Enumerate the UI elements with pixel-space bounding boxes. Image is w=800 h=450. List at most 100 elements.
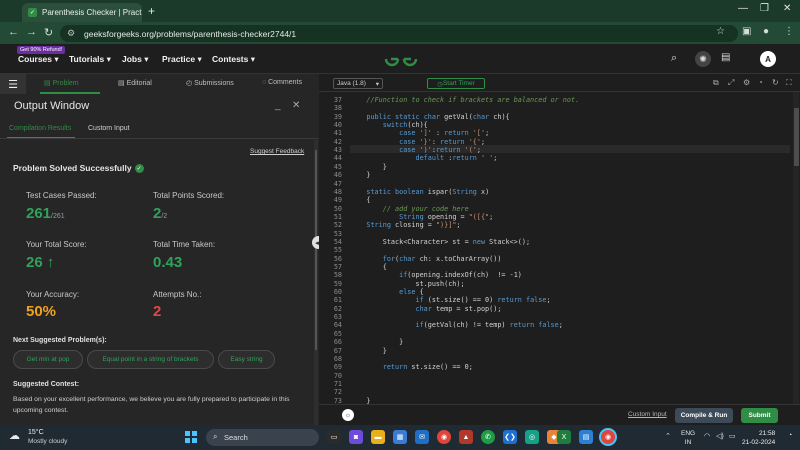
sidebar-icon[interactable]: ▣ [742,26,751,37]
editor-fullscreen-icon[interactable]: ⛶ [786,78,792,88]
code-line[interactable]: return st.size() == 0; [350,363,473,371]
nav-jobs[interactable]: Jobs ▾ [122,54,148,65]
chrome-active-icon[interactable]: ◉ [601,430,615,444]
notifications-icon[interactable]: ▤ [721,52,730,63]
nav-courses[interactable]: Courses ▾ [18,54,59,65]
browser-tab[interactable]: ✓ Parenthesis Checker | Practice | ✕ [22,3,142,22]
bookmark-star-icon[interactable]: ☆ [716,26,725,37]
code-line[interactable]: static boolean ispar(String x) [350,188,489,196]
profile-icon[interactable]: ● [763,26,769,37]
code-line[interactable]: if(getVal(ch) != temp) return false; [350,321,562,329]
code-line[interactable]: String closing = ")}]"; [350,221,460,229]
settings-icon[interactable]: ⚙ [743,78,750,87]
code-line[interactable]: { [350,263,387,271]
hamburger-menu-icon[interactable]: ☰ [0,74,26,94]
taskbar-search-input[interactable]: Search [206,429,319,446]
vscode-icon[interactable]: ❮❯ [503,430,517,444]
tab-comments[interactable]: ◌ Comments [262,79,302,86]
tray-chevron-icon[interactable]: ⌃ [665,432,671,440]
theme-toggle-icon[interactable]: ✺ [695,51,711,67]
file-explorer-icon[interactable]: ▬ [371,430,385,444]
suggest-feedback-link[interactable]: Suggest Feedback [250,148,304,155]
app-icon[interactable]: ◎ [525,430,539,444]
start-timer-button[interactable]: ◷ Start Timer [427,78,485,89]
tab-compilation-results[interactable]: Compilation Results [9,125,71,132]
code-line[interactable]: switch(ch){ [350,121,428,129]
maximize-icon[interactable]: ❐ [760,3,769,14]
code-line[interactable]: { [350,196,370,204]
site-info-icon[interactable]: ⚙ [67,28,75,39]
tab-submissions[interactable]: ◴ Submissions [186,79,234,87]
code-line[interactable]: if (st.size() == 0) return false; [350,296,550,304]
promo-badge[interactable]: Get 90% Refund! [17,46,66,54]
excel-icon[interactable]: X [557,430,571,444]
wifi-icon[interactable]: ◠ [704,432,710,440]
code-line[interactable]: for(char ch: x.toCharArray()) [350,255,502,263]
code-line[interactable]: public static char getVal(char ch){ [350,113,509,121]
photos-icon[interactable]: ▲ [459,430,473,444]
search-icon[interactable]: ⌕ [671,52,677,65]
tab-editorial[interactable]: ▤ Editorial [118,79,152,87]
chrome-app-icon[interactable]: ◉ [437,430,451,444]
submit-button[interactable]: Submit [741,408,778,423]
copy-icon[interactable]: ⧉ [713,78,719,88]
code-line[interactable]: char temp = st.pop(); [350,305,501,313]
store-icon[interactable]: ▦ [393,430,407,444]
weather-temp[interactable]: 15°C [28,429,44,436]
window-close-icon[interactable]: ✕ [783,3,791,14]
code-line[interactable]: Stack<Character> st = new Stack<>(); [350,238,530,246]
url-input[interactable]: geeksforgeeks.org/problems/parenthesis-c… [60,25,738,42]
code-line[interactable]: if(opening.indexOf(ch) != -1) [350,271,522,279]
avatar[interactable]: A [760,51,776,67]
weather-desc[interactable]: Mostly cloudy [28,438,67,445]
back-icon[interactable]: ← [8,26,19,38]
code-line[interactable]: case ']' : return '['; [350,129,489,137]
timer-icon[interactable]: ◔ [758,78,763,87]
editor-scroll-thumb[interactable] [794,108,799,166]
language-indicator[interactable]: ENG IN [681,429,695,447]
code-line[interactable]: // add your code here [350,205,469,213]
minimize-icon[interactable]: — [738,3,748,14]
windows-start-icon[interactable] [185,431,197,443]
reset-icon[interactable]: ↻ [772,78,779,87]
code-line[interactable]: } [350,171,370,179]
whatsapp-icon[interactable]: ✆ [481,430,495,444]
suggested-problem-chip[interactable]: Equal point in a string of brackets [87,350,214,369]
code-line[interactable]: //Function to check if brackets are bala… [350,96,579,104]
code-line[interactable]: } [350,338,403,346]
nav-tutorials[interactable]: Tutorials ▾ [69,54,111,65]
notification-bell-icon[interactable]: ◔ [788,432,792,439]
custom-input-link[interactable]: Custom Input [628,411,667,418]
forward-icon[interactable]: → [26,26,37,38]
code-line[interactable]: case '}': return '{'; [350,138,485,146]
new-tab-icon[interactable]: + [148,4,155,18]
task-view-icon[interactable]: ▭ [327,430,341,444]
tab-problem[interactable]: ▤ Problem [44,79,79,87]
code-line[interactable]: st.push(ch); [350,280,464,288]
nav-contests[interactable]: Contests ▾ [212,54,255,65]
volume-icon[interactable]: ◁) [716,432,724,440]
browser-menu-icon[interactable]: ⋮ [784,26,794,37]
theme-sun-icon[interactable]: ☼ [342,409,354,421]
compile-run-button[interactable]: Compile & Run [675,408,733,423]
battery-icon[interactable]: ▭ [729,432,736,440]
output-close-icon[interactable]: ✕ [292,100,300,111]
weather-cloud-icon[interactable]: ☁ [9,429,20,442]
code-line[interactable]: case ')':return '('; [350,146,481,154]
code-line[interactable]: } [350,163,387,171]
code-line[interactable]: } [350,347,387,355]
nav-practice[interactable]: Practice ▾ [162,54,202,65]
output-minimize-icon[interactable]: _ [275,100,281,111]
suggested-problem-chip[interactable]: Get min at pop [13,350,83,369]
output-scroll-thumb[interactable] [315,150,317,350]
teams-chat-icon[interactable]: ◙ [349,430,363,444]
fullscreen-icon[interactable]: ⤢ [728,78,734,88]
clock[interactable]: 21:58 21-02-2024 [742,429,775,447]
reload-icon[interactable]: ↻ [44,26,53,39]
code-line[interactable]: default :return ' '; [350,154,497,162]
suggested-problem-chip[interactable]: Easy string [218,350,275,369]
code-line[interactable]: String opening = "([{"; [350,213,493,221]
gfg-logo-icon[interactable] [383,50,419,68]
code-line[interactable]: else { [350,288,424,296]
mail-icon[interactable]: ✉ [415,430,429,444]
